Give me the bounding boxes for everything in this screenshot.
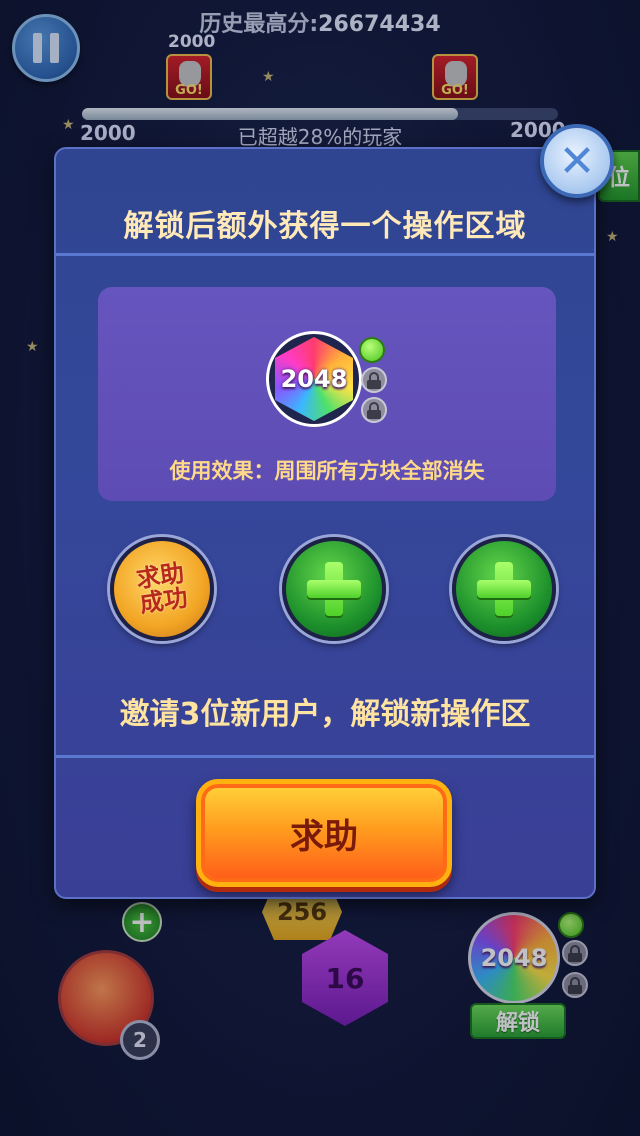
- invite-slot-add[interactable]: [452, 537, 556, 641]
- lock-icon: [361, 397, 387, 423]
- effect-description: 使用效果：周围所有方块全部消失: [169, 459, 485, 483]
- reward-card: 2048 使用效果：周围所有方块全部消失: [98, 287, 556, 501]
- unlock-dialog: 解锁后额外获得一个操作区域 2048 使用效果：周围所有方块全部消失 求助 成功 …: [54, 147, 596, 899]
- close-icon: ✕: [558, 135, 596, 187]
- invite-slot-add[interactable]: [282, 537, 386, 641]
- divider: [56, 755, 594, 758]
- divider: [56, 253, 594, 256]
- rainbow-gem: 2048: [266, 331, 362, 427]
- help-button[interactable]: 求助: [196, 779, 452, 887]
- invite-slot-completed: 求助 成功: [110, 537, 214, 641]
- invite-instruction: 邀请3位新用户，解锁新操作区: [119, 697, 531, 732]
- dialog-title: 解锁后额外获得一个操作区域: [123, 209, 527, 244]
- lock-icon: [361, 367, 387, 393]
- plus-icon: [477, 562, 531, 616]
- status-dot-icon: [359, 337, 385, 363]
- plus-icon: [307, 562, 361, 616]
- close-button[interactable]: ✕: [540, 124, 614, 198]
